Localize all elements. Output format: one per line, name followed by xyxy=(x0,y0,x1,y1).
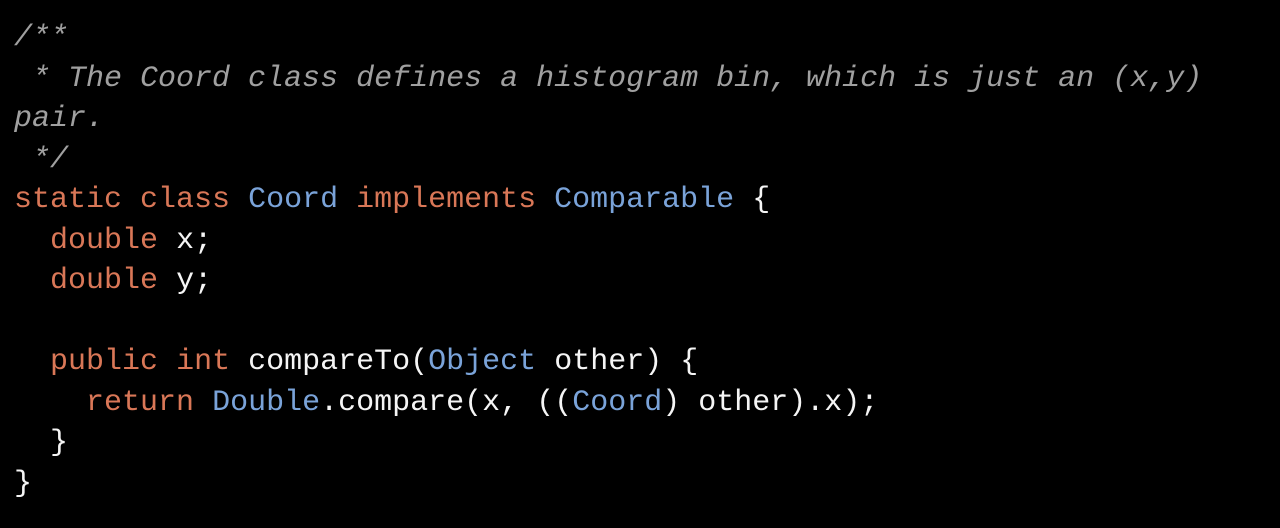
field-access: .x xyxy=(806,386,842,420)
method-name: compareTo xyxy=(248,345,410,379)
keyword-double: double xyxy=(50,264,158,298)
interface-name: Comparable xyxy=(554,183,734,217)
keyword-class: class xyxy=(140,183,230,217)
brace-open: { xyxy=(752,183,770,217)
cast-close: ) xyxy=(662,386,680,420)
paren-open: ( xyxy=(410,345,428,379)
field-y: y xyxy=(176,264,194,298)
javadoc-close: */ xyxy=(14,143,68,177)
paren-close: ) xyxy=(644,345,662,379)
keyword-static: static xyxy=(14,183,122,217)
keyword-int: int xyxy=(176,345,230,379)
keyword-implements: implements xyxy=(356,183,536,217)
keyword-public: public xyxy=(50,345,158,379)
javadoc-open: /** xyxy=(14,21,68,55)
dot: . xyxy=(320,386,338,420)
semicolon: ; xyxy=(194,224,212,258)
comma: , xyxy=(500,386,518,420)
keyword-return: return xyxy=(86,386,194,420)
paren-open: ( xyxy=(464,386,482,420)
other-ref: other xyxy=(698,386,788,420)
cast-open: (( xyxy=(536,386,572,420)
keyword-double: double xyxy=(50,224,158,258)
brace-open: { xyxy=(680,345,698,379)
brace-close: } xyxy=(14,467,32,501)
param-type: Object xyxy=(428,345,536,379)
arg-x: x xyxy=(482,386,500,420)
param-name: other xyxy=(554,345,644,379)
class-name: Coord xyxy=(248,183,338,217)
compare-method: compare xyxy=(338,386,464,420)
javadoc-body: * The Coord class defines a histogram bi… xyxy=(14,62,1220,137)
cast-type: Coord xyxy=(572,386,662,420)
code-block: /** * The Coord class defines a histogra… xyxy=(14,18,1266,504)
paren-close: ) xyxy=(788,386,806,420)
double-class: Double xyxy=(212,386,320,420)
semicolon: ; xyxy=(194,264,212,298)
stmt-end: ); xyxy=(842,386,878,420)
field-x: x xyxy=(176,224,194,258)
brace-close: } xyxy=(50,426,68,460)
